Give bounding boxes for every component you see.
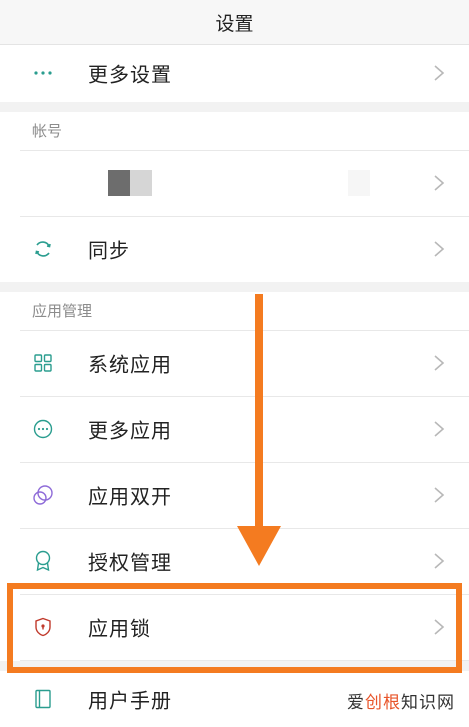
app-lock-highlight-box [7,583,462,673]
watermark-part3: 知识网 [401,693,455,713]
annotation-arrow-head [237,526,281,566]
watermark-part1: 爱 [347,693,365,713]
watermark-part2: 创根 [365,693,401,713]
annotation-overlay [7,294,462,673]
watermark: 爱创根知识网 [347,688,455,713]
